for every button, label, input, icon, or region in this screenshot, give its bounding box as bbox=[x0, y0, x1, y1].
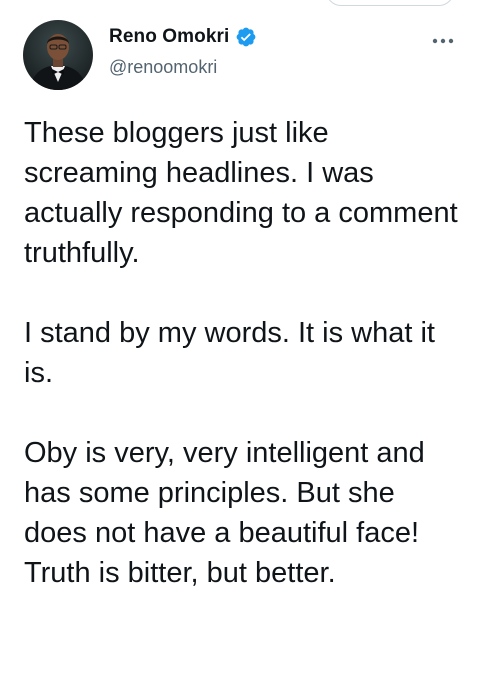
more-horizontal-icon[interactable] bbox=[426, 30, 460, 52]
tweet-text: These bloggers just like screaming headl… bbox=[24, 113, 464, 593]
more-dots-glyph bbox=[432, 38, 454, 44]
author-handle[interactable]: @renoomokri bbox=[109, 57, 217, 78]
author-display-name[interactable]: Reno Omokri bbox=[109, 26, 229, 48]
author-name-row: Reno Omokri bbox=[109, 26, 257, 48]
tweet-card: Reno Omokri @renoomokri These bloggers j… bbox=[0, 0, 480, 677]
tweet-paragraph-2: I stand by my words. It is what it is. bbox=[24, 317, 435, 389]
follow-button[interactable] bbox=[326, 0, 454, 6]
tweet-paragraph-3: Oby is very, very intelligent and has so… bbox=[24, 437, 425, 589]
tweet-paragraph-1: These bloggers just like screaming headl… bbox=[24, 117, 458, 269]
verified-badge-icon bbox=[237, 27, 256, 47]
avatar[interactable] bbox=[23, 20, 93, 90]
avatar-photo bbox=[23, 20, 93, 90]
